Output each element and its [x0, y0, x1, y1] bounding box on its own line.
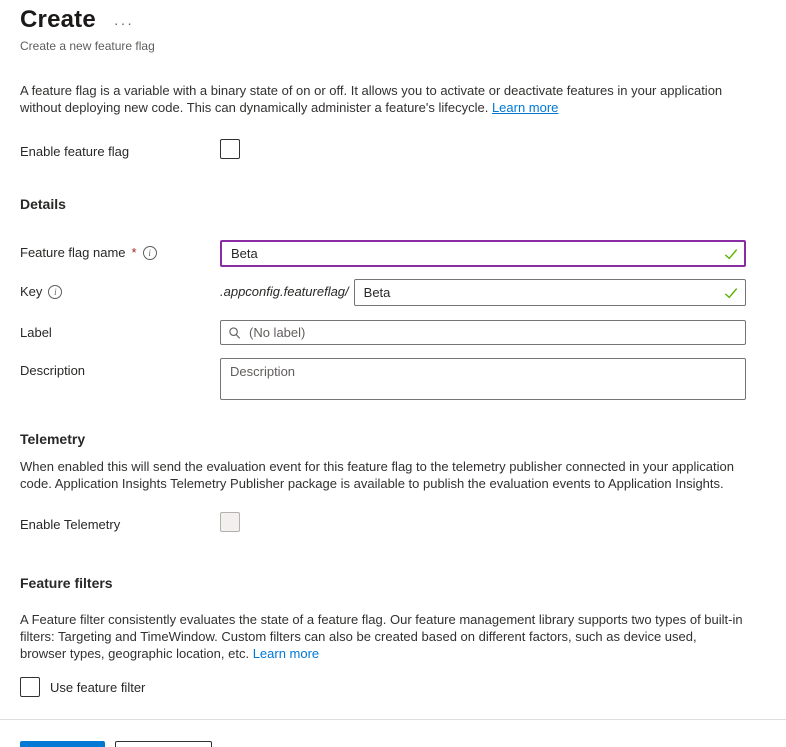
- label-search-input[interactable]: [220, 320, 746, 345]
- enable-telemetry-row: Enable Telemetry: [20, 512, 746, 532]
- page-subtitle: Create a new feature flag: [20, 39, 746, 53]
- footer-actions: Apply Discard: [0, 720, 786, 747]
- key-row: Key i .appconfig.featureflag/: [20, 279, 746, 306]
- more-options-icon[interactable]: ···: [114, 10, 134, 30]
- telemetry-paragraph: When enabled this will send the evaluati…: [20, 458, 746, 492]
- info-icon[interactable]: i: [48, 285, 62, 299]
- intro-text: A feature flag is a variable with a bina…: [20, 83, 722, 115]
- details-section-heading: Details: [20, 196, 746, 212]
- description-label: Description: [20, 358, 220, 378]
- enable-feature-flag-label: Enable feature flag: [20, 139, 220, 159]
- description-textarea[interactable]: [220, 358, 746, 400]
- intro-learn-more-link[interactable]: Learn more: [492, 100, 558, 115]
- description-row: Description: [20, 358, 746, 400]
- feature-flag-name-input[interactable]: [220, 240, 746, 267]
- key-prefix: .appconfig.featureflag/: [220, 279, 354, 299]
- feature-filters-paragraph: A Feature filter consistently evaluates …: [20, 611, 746, 662]
- feature-flag-name-row: Feature flag name * i: [20, 240, 746, 267]
- feature-filters-learn-more-link[interactable]: Learn more: [253, 646, 319, 661]
- discard-button[interactable]: Discard: [115, 741, 212, 747]
- use-feature-filter-row: Use feature filter: [20, 677, 746, 697]
- enable-feature-flag-checkbox[interactable]: [220, 139, 240, 159]
- required-asterisk: *: [132, 245, 137, 260]
- key-input[interactable]: [354, 279, 746, 306]
- feature-flag-name-label: Feature flag name: [20, 245, 126, 260]
- key-label: Key: [20, 284, 42, 299]
- intro-paragraph: A feature flag is a variable with a bina…: [20, 82, 746, 116]
- feature-filters-text: A Feature filter consistently evaluates …: [20, 612, 743, 661]
- label-row: Label: [20, 320, 746, 345]
- label-field-label: Label: [20, 320, 220, 340]
- apply-button[interactable]: Apply: [20, 741, 105, 747]
- valid-checkmark-icon: [724, 286, 738, 300]
- panel-header: Create ··· Create a new feature flag: [20, 0, 746, 53]
- info-icon[interactable]: i: [143, 246, 157, 260]
- feature-filters-section-heading: Feature filters: [20, 575, 746, 591]
- telemetry-section-heading: Telemetry: [20, 431, 746, 447]
- search-icon: [228, 326, 241, 339]
- enable-telemetry-label: Enable Telemetry: [20, 512, 220, 532]
- valid-checkmark-icon: [724, 247, 738, 261]
- use-feature-filter-label: Use feature filter: [50, 680, 145, 695]
- use-feature-filter-checkbox[interactable]: [20, 677, 40, 697]
- create-feature-flag-panel: Create ··· Create a new feature flag A f…: [0, 0, 786, 697]
- enable-feature-flag-row: Enable feature flag: [20, 139, 746, 159]
- page-title: Create: [20, 6, 96, 34]
- enable-telemetry-checkbox: [220, 512, 240, 532]
